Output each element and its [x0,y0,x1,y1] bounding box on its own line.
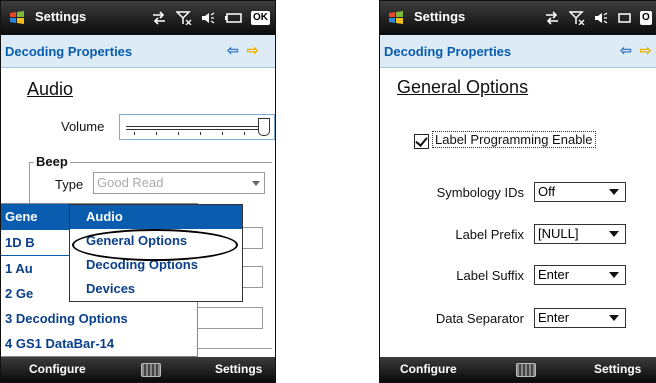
symbology-ids-label: Symbology IDs [436,185,524,200]
title-bar: Settings O [380,1,656,35]
chevron-down-icon [609,189,619,195]
highlight-ellipse [72,229,238,261]
windows-start-icon[interactable] [9,10,25,26]
windows-start-icon[interactable] [388,10,404,26]
sync-icon [546,11,558,25]
select-value: [NULL] [538,226,579,241]
menu-item[interactable]: 3 Decoding Options [1,306,197,331]
nav-arrows: ⇦ ⇨ [620,42,651,59]
signal-off-icon [569,11,585,25]
slider-tick [222,132,223,135]
settings-softkey[interactable]: Settings [594,362,641,376]
chevron-down-icon [609,231,619,237]
right-screen: Settings O Decoding Properties ⇦ ⇨ Genera… [379,0,656,383]
app-title: Settings [35,9,87,24]
type-label: Type [55,177,84,192]
settings-softkey[interactable]: Settings [215,362,262,376]
ok-button[interactable]: O [640,11,652,25]
sync-icon [153,11,165,25]
signal-off-icon [176,11,192,25]
data-separator-select[interactable]: Enter [534,308,626,328]
slider-track [126,126,264,130]
forward-arrow-icon[interactable]: ⇨ [247,42,259,58]
configure-softkey[interactable]: Configure [400,362,457,376]
speaker-icon[interactable] [201,11,215,25]
back-arrow-icon[interactable]: ⇦ [227,42,239,58]
beep-type-dropdown[interactable]: Good Read [93,172,265,194]
section-title: Audio [27,79,74,99]
header-strip: Decoding Properties ⇦ ⇨ [1,35,275,68]
data-separator-label: Data Separator [435,311,524,326]
label-suffix-select[interactable]: Enter [534,265,626,285]
softkey-bar: Configure Settings [380,357,656,382]
slider-tick [244,132,245,135]
page-heading: Decoding Properties [384,44,512,59]
label-programming-checkbox[interactable] [414,134,429,149]
beep-group-legend: Beep [34,154,70,169]
slider-tick [200,132,201,135]
beep-type-value: Good Read [97,175,164,190]
back-arrow-icon[interactable]: ⇦ [620,42,632,58]
configure-softkey[interactable]: Configure [29,362,86,376]
battery-icon [225,13,242,23]
speaker-icon[interactable] [594,11,608,25]
checkbox-label[interactable]: Label Programming Enable [432,131,596,148]
keyboard-icon[interactable] [141,363,161,377]
slider-thumb[interactable] [258,118,270,136]
title-bar: Settings OK [1,1,275,35]
ok-button[interactable]: OK [251,11,270,25]
page-heading: Decoding Properties [5,44,133,59]
submenu-item-audio[interactable]: Audio [70,205,242,229]
chevron-down-icon [609,315,619,321]
softkey-bar: Configure Settings [1,357,275,382]
slider-tick [178,132,179,135]
select-value: Enter [538,310,570,325]
label-suffix-label: Label Suffix [456,268,524,283]
select-value: Off [538,184,556,199]
select-value: Enter [538,267,570,282]
hidden-control [197,307,263,329]
slider-tick [134,132,135,135]
app-title: Settings [414,9,466,24]
section-title: General Options [397,77,529,97]
chevron-down-icon [252,181,260,186]
keyboard-icon[interactable] [516,363,536,377]
nav-arrows: ⇦ ⇨ [227,42,258,59]
chevron-down-icon [609,272,619,278]
label-prefix-select[interactable]: [NULL] [534,224,626,244]
slider-tick [156,132,157,135]
left-screen: Settings OK Decoding Properties ⇦ ⇨ Audio… [0,0,276,383]
status-icons: O [544,9,652,27]
menu-item[interactable]: 4 GS1 DataBar-14 [1,331,197,356]
status-icons: OK [151,9,270,27]
battery-icon [618,13,631,23]
label-prefix-label: Label Prefix [455,227,524,242]
forward-arrow-icon[interactable]: ⇨ [640,42,652,58]
volume-label: Volume [61,119,105,134]
header-strip: Decoding Properties ⇦ ⇨ [380,35,656,68]
submenu-item-devices[interactable]: Devices [70,277,242,301]
volume-slider[interactable] [119,114,275,140]
symbology-ids-select[interactable]: Off [534,182,626,202]
